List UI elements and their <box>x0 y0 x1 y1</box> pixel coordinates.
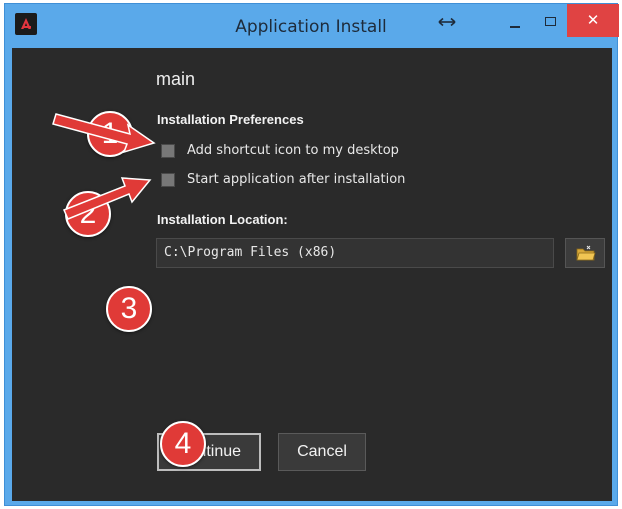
arrow-to-option-2 <box>62 177 152 220</box>
annotation-arrows <box>52 113 156 220</box>
installer-content: main Installation Preferences Add shortc… <box>12 48 612 501</box>
arrow-to-option-1 <box>52 113 156 154</box>
close-button[interactable]: ✕ <box>567 4 619 37</box>
minimize-button[interactable] <box>501 4 529 38</box>
maximize-button[interactable] <box>537 4 565 38</box>
installer-window: Application Install ✕ main Installation … <box>4 3 619 506</box>
resize-icon[interactable] <box>436 14 458 28</box>
title-bar[interactable]: Application Install ✕ <box>5 4 619 48</box>
close-icon: ✕ <box>586 11 600 29</box>
minimize-icon <box>510 26 520 28</box>
maximize-icon <box>545 17 556 26</box>
